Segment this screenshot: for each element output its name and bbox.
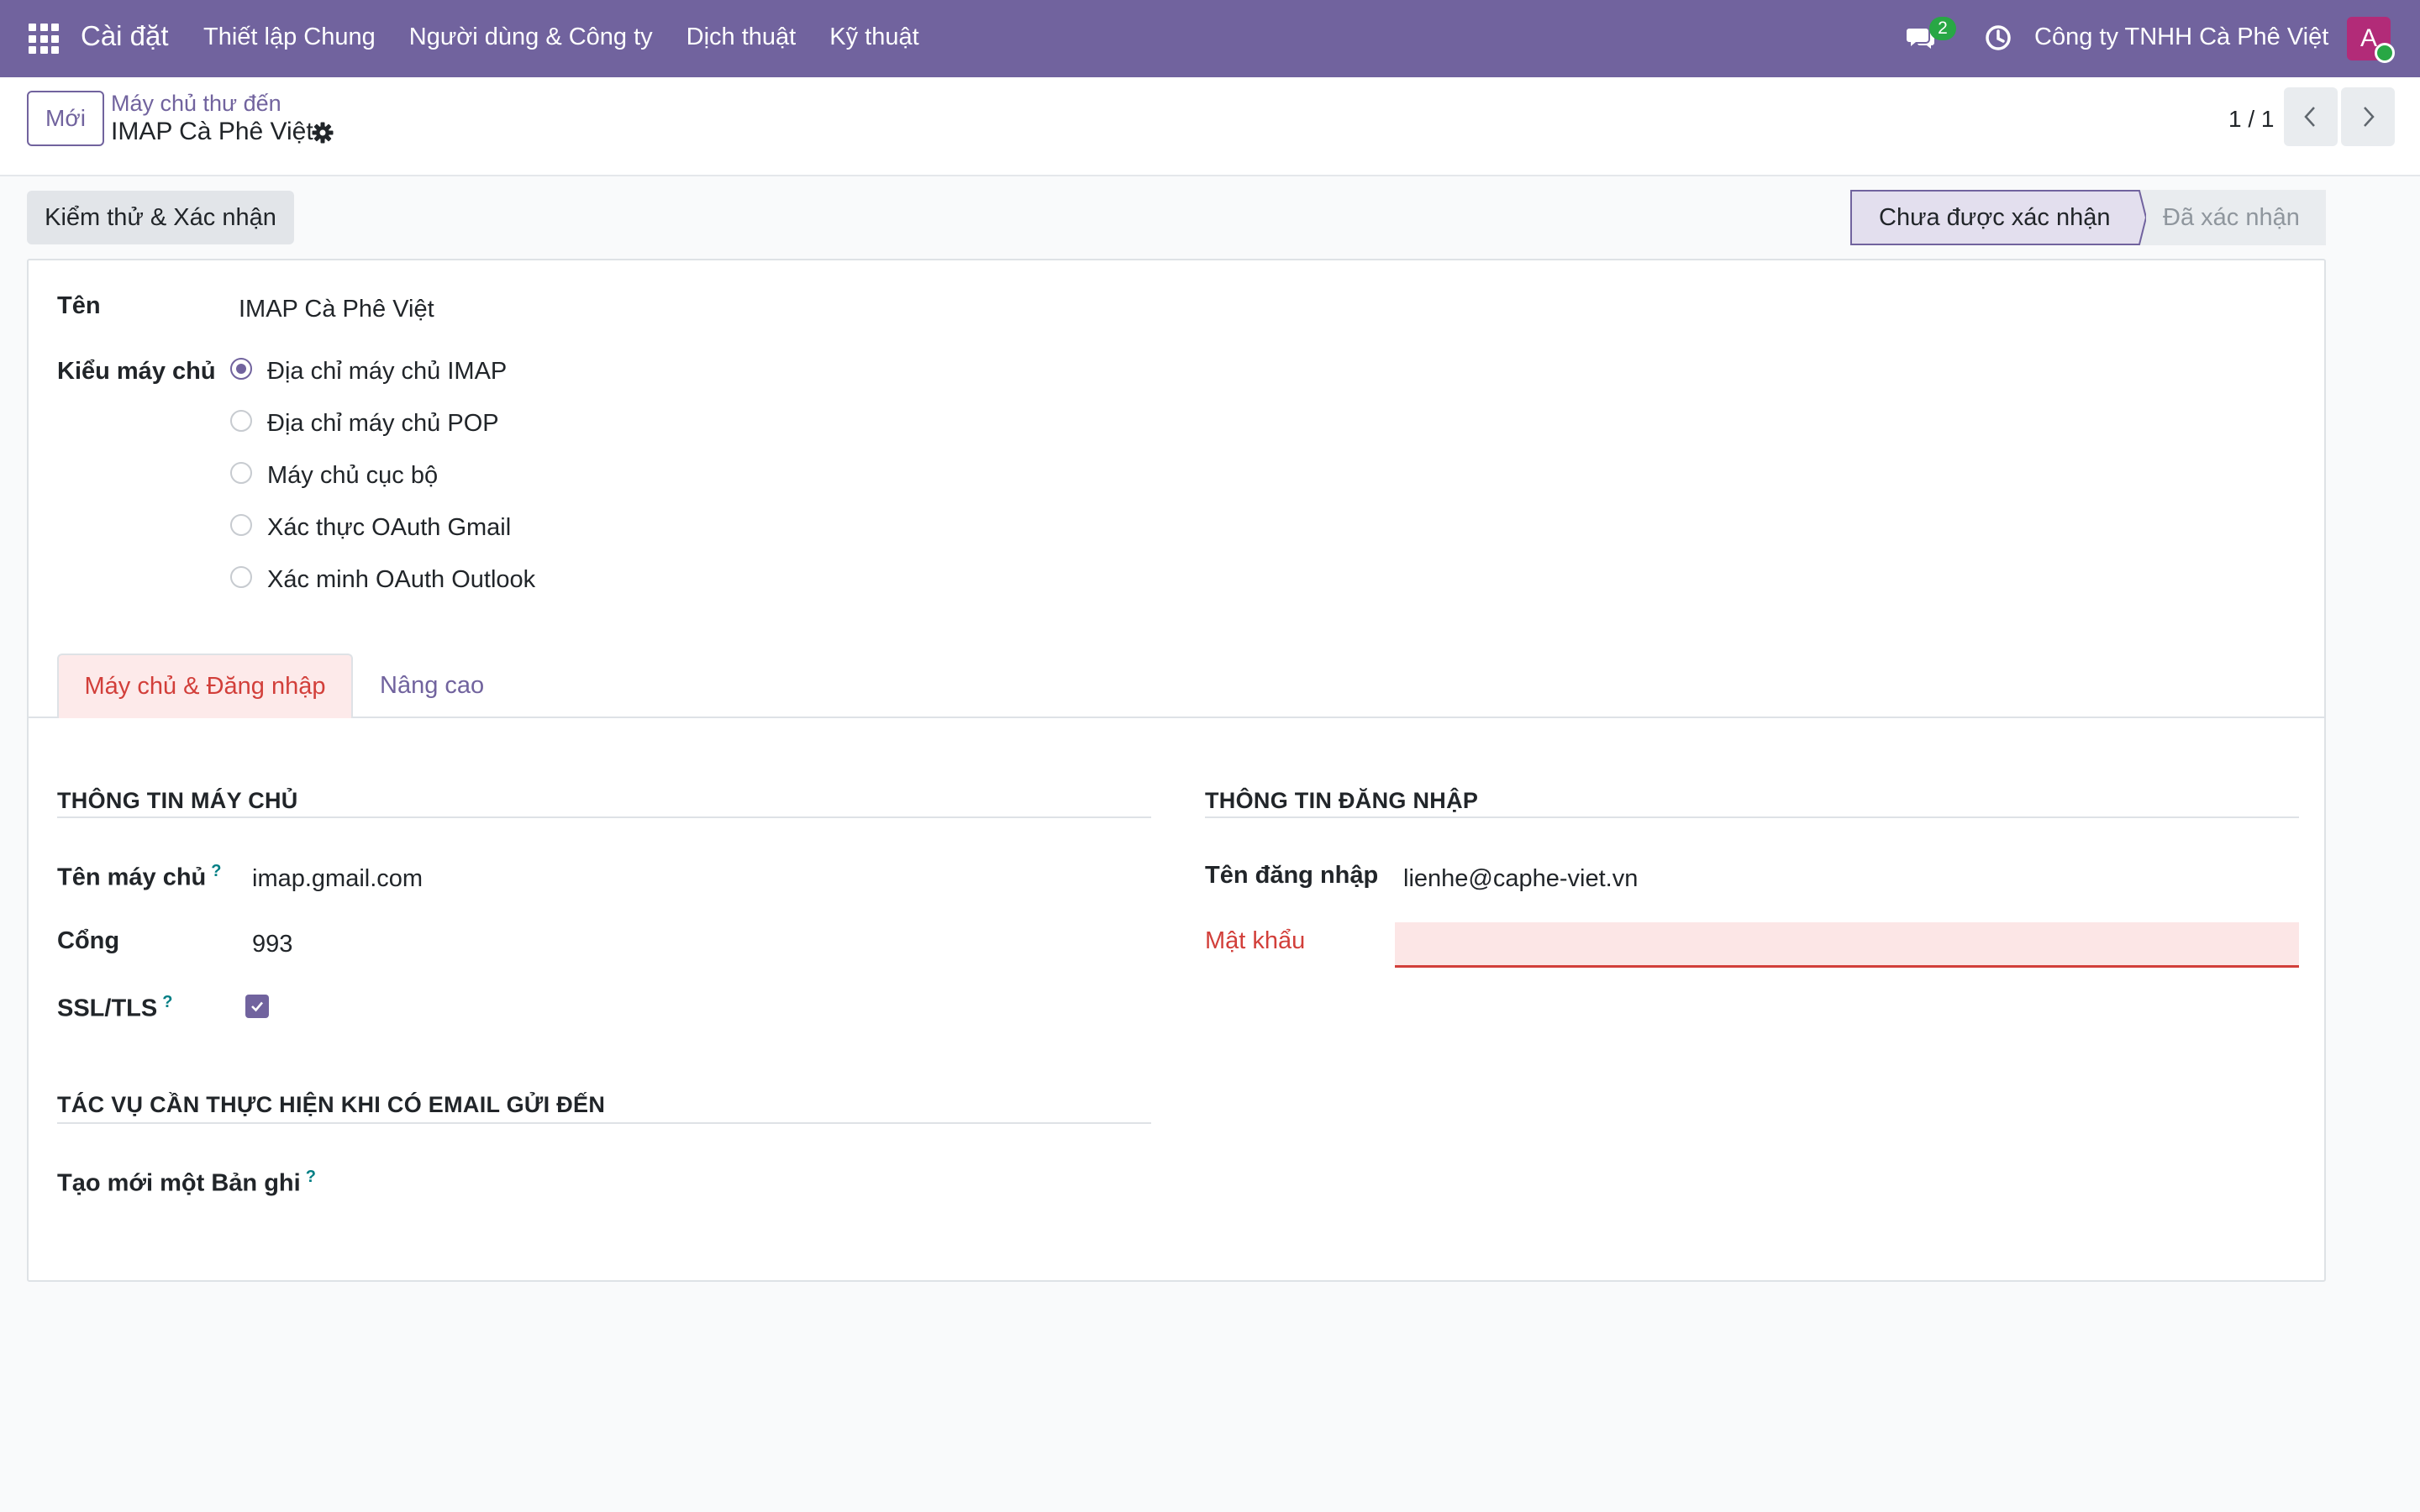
gear-icon[interactable] — [311, 121, 334, 144]
password-field[interactable] — [1395, 922, 2299, 968]
chat-count-badge: 2 — [1929, 17, 1956, 40]
apps-grid-icon[interactable] — [29, 24, 59, 54]
radio-imap[interactable] — [230, 358, 252, 380]
menu-item-technical[interactable]: Kỹ thuật — [829, 24, 918, 51]
stage-arrow — [2121, 190, 2146, 245]
stage-confirmed[interactable]: Đã xác nhận — [2139, 190, 2326, 245]
radio-outlook-oauth-label[interactable]: Xác minh OAuth Outlook — [267, 566, 535, 594]
name-label: Tên — [57, 292, 101, 319]
radio-local[interactable] — [230, 462, 252, 484]
server-type-label: Kiểu máy chủ — [57, 358, 216, 385]
port-label: Cổng — [57, 927, 120, 954]
ssl-label: SSL/TLS? — [57, 993, 173, 1022]
stage-not-confirmed[interactable]: Chưa được xác nhận — [1850, 190, 2139, 245]
form-sheet: Tên IMAP Cà Phê Việt Kiểu máy chủ Địa ch… — [27, 259, 2326, 1282]
tabs-divider — [29, 717, 2324, 718]
check-icon — [251, 1001, 263, 1012]
radio-gmail-oauth-label[interactable]: Xác thực OAuth Gmail — [267, 514, 511, 542]
top-navbar: Cài đặt Thiết lập Chung Người dùng & Côn… — [0, 0, 2420, 77]
radio-imap-label[interactable]: Địa chỉ máy chủ IMAP — [267, 358, 507, 386]
name-field[interactable]: IMAP Cà Phê Việt — [239, 296, 434, 323]
tab-advanced[interactable]: Nâng cao — [380, 672, 484, 700]
help-icon[interactable]: ? — [162, 993, 172, 1011]
actions-rule — [57, 1122, 1151, 1124]
host-field[interactable]: imap.gmail.com — [252, 865, 423, 893]
help-icon[interactable]: ? — [306, 1168, 316, 1186]
app-brand[interactable]: Cài đặt — [81, 20, 169, 52]
main-menu: Thiết lập Chung Người dùng & Công ty Dịc… — [203, 24, 953, 51]
record-title: IMAP Cà Phê Việt — [111, 118, 313, 145]
chevron-left-icon — [2304, 107, 2315, 127]
host-label: Tên máy chủ? — [57, 862, 222, 891]
server-info-title: THÔNG TIN MÁY CHỦ — [57, 788, 298, 813]
online-status-dot — [2375, 43, 2395, 63]
breadcrumb[interactable]: Máy chủ thư đến — [111, 91, 281, 117]
control-panel: Mới Máy chủ thư đến IMAP Cà Phê Việt 1 /… — [0, 77, 2420, 176]
pager-previous-button[interactable] — [2284, 87, 2338, 146]
status-bar: Đã xác nhận Chưa được xác nhận — [1850, 190, 2326, 245]
username-field[interactable]: lienhe@caphe-viet.vn — [1403, 865, 1638, 893]
create-record-label: Tạo mới một Bản ghi? — [57, 1168, 316, 1197]
radio-gmail-oauth[interactable] — [230, 514, 252, 536]
new-button[interactable]: Mới — [27, 91, 104, 146]
radio-local-label[interactable]: Máy chủ cục bộ — [267, 462, 438, 490]
radio-outlook-oauth[interactable] — [230, 566, 252, 588]
menu-item-translations[interactable]: Dịch thuật — [687, 24, 797, 51]
login-info-rule — [1205, 816, 2299, 818]
login-info-title: THÔNG TIN ĐĂNG NHẬP — [1205, 788, 1479, 813]
chevron-right-icon — [2364, 107, 2375, 127]
menu-item-general-settings[interactable]: Thiết lập Chung — [203, 24, 376, 51]
activity-clock-icon[interactable] — [1984, 24, 2012, 52]
actions-title: TÁC VỤ CẦN THỰC HIỆN KHI CÓ EMAIL GỬI ĐẾ… — [57, 1092, 606, 1117]
username-label: Tên đăng nhập — [1205, 862, 1379, 889]
radio-pop[interactable] — [230, 410, 252, 432]
radio-pop-label[interactable]: Địa chỉ máy chủ POP — [267, 410, 499, 438]
tab-server-login[interactable]: Máy chủ & Đăng nhập — [57, 654, 353, 718]
pager-next-button[interactable] — [2341, 87, 2395, 146]
company-switcher[interactable]: Công ty TNHH Cà Phê Việt — [2034, 24, 2328, 51]
menu-item-users-companies[interactable]: Người dùng & Công ty — [409, 24, 653, 51]
pager-value[interactable]: 1 / 1 — [2228, 106, 2274, 133]
password-label: Mật khẩu — [1205, 927, 1306, 954]
port-field[interactable]: 993 — [252, 931, 292, 958]
ssl-checkbox[interactable] — [245, 995, 269, 1018]
server-info-rule — [57, 816, 1151, 818]
test-confirm-button[interactable]: Kiểm thử & Xác nhận — [27, 191, 294, 244]
help-icon[interactable]: ? — [211, 862, 221, 880]
